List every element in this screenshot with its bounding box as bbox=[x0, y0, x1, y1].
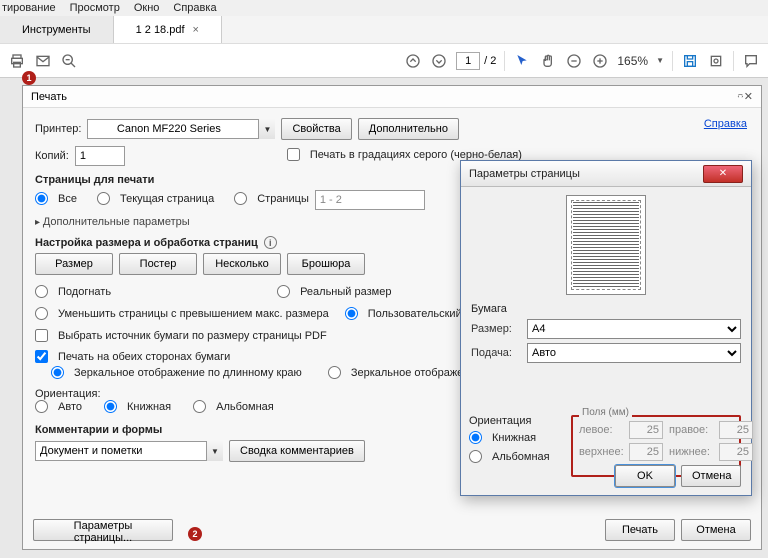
zoom-out-icon[interactable] bbox=[60, 52, 78, 70]
comments-select[interactable]: ▼ bbox=[35, 441, 223, 461]
page-setup-title: Параметры страницы bbox=[469, 168, 703, 180]
paper-size-label: Размер: bbox=[471, 323, 521, 335]
margin-top-input[interactable] bbox=[629, 443, 663, 461]
save-icon[interactable] bbox=[681, 52, 699, 70]
print-button[interactable]: Печать bbox=[605, 519, 675, 541]
cancel-button[interactable]: Отмена bbox=[681, 465, 741, 487]
close-icon[interactable]: ✕ bbox=[737, 90, 753, 103]
chevron-down-icon[interactable]: ▼ bbox=[258, 119, 275, 139]
pages-range-input[interactable] bbox=[315, 190, 425, 210]
printer-select-input[interactable] bbox=[87, 119, 275, 139]
divider bbox=[672, 51, 673, 71]
poster-button[interactable]: Постер bbox=[119, 253, 197, 275]
paper-feed-select[interactable]: Авто bbox=[527, 343, 741, 363]
margin-left-label: левое: bbox=[579, 424, 623, 436]
radio-pages[interactable]: Страницы bbox=[234, 192, 309, 205]
zoom-level[interactable]: 165% bbox=[617, 54, 648, 68]
menu-help[interactable]: Справка bbox=[173, 2, 216, 14]
margin-right-input[interactable] bbox=[719, 421, 753, 439]
zoom-minus-icon[interactable] bbox=[565, 52, 583, 70]
ps-orient-landscape[interactable]: Альбомная bbox=[469, 450, 550, 463]
page-counter: / 2 bbox=[456, 52, 496, 70]
page-total-label: / 2 bbox=[484, 55, 496, 67]
page-setup-button[interactable]: Параметры страницы... bbox=[33, 519, 173, 541]
tab-tools[interactable]: Инструменты bbox=[0, 16, 114, 43]
divider bbox=[733, 51, 734, 71]
radio-all[interactable]: Все bbox=[35, 192, 77, 205]
tab-file[interactable]: 1 2 18.pdf × bbox=[114, 16, 222, 43]
page-down-icon[interactable] bbox=[430, 52, 448, 70]
menu-bar: тирование Просмотр Окно Справка bbox=[0, 0, 768, 16]
print-icon[interactable] bbox=[8, 52, 26, 70]
orient-portrait[interactable]: Книжная bbox=[104, 400, 171, 413]
orient-landscape[interactable]: Альбомная bbox=[193, 400, 274, 413]
chevron-down-icon[interactable]: ▼ bbox=[656, 56, 664, 65]
tool-misc-icon[interactable] bbox=[707, 52, 725, 70]
tab-tools-label: Инструменты bbox=[22, 24, 91, 36]
menu-window[interactable]: Окно bbox=[134, 2, 160, 14]
advanced-button[interactable]: Дополнительно bbox=[358, 118, 459, 140]
menu-edit[interactable]: тирование bbox=[2, 2, 56, 14]
copies-label: Копий: bbox=[35, 150, 69, 162]
page-up-icon[interactable] bbox=[404, 52, 422, 70]
orient-auto[interactable]: Авто bbox=[35, 400, 82, 413]
properties-button[interactable]: Свойства bbox=[281, 118, 351, 140]
radio-actual[interactable]: Реальный размер bbox=[277, 285, 391, 298]
booklet-button[interactable]: Брошюра bbox=[287, 253, 365, 275]
ps-orient-portrait[interactable]: Книжная bbox=[469, 431, 550, 444]
divider bbox=[504, 51, 505, 71]
tab-bar: Инструменты 1 2 18.pdf × bbox=[0, 16, 768, 44]
margin-right-label: правое: bbox=[669, 424, 713, 436]
chevron-down-icon[interactable]: ▼ bbox=[206, 441, 223, 461]
toolbar: / 2 165% ▼ bbox=[0, 44, 768, 78]
orientation-group-label: Ориентация bbox=[469, 415, 550, 427]
radio-long-edge[interactable]: Зеркальное отображение по длинному краю bbox=[51, 366, 302, 379]
margins-label: Поля (мм) bbox=[579, 407, 632, 418]
comment-icon[interactable] bbox=[742, 52, 760, 70]
radio-shrink[interactable]: Уменьшить страницы с превышением макс. р… bbox=[35, 307, 329, 320]
page-setup-dialog: Параметры страницы ✕ Бумага Размер: A4 П… bbox=[460, 160, 752, 496]
ok-button[interactable]: OK bbox=[615, 465, 675, 487]
close-button[interactable]: ✕ bbox=[703, 165, 743, 183]
radio-current[interactable]: Текущая страница bbox=[97, 192, 214, 205]
margin-bottom-input[interactable] bbox=[719, 443, 753, 461]
badge-1: 1 bbox=[22, 71, 36, 85]
tab-file-label: 1 2 18.pdf bbox=[136, 24, 185, 36]
help-link[interactable]: Справка bbox=[704, 118, 747, 130]
menu-view[interactable]: Просмотр bbox=[70, 2, 120, 14]
printer-select[interactable]: ▼ bbox=[87, 119, 275, 139]
margin-bottom-label: нижнее: bbox=[669, 446, 713, 458]
badge-2: 2 bbox=[188, 527, 202, 541]
print-dialog-titlebar: Печать ✕ bbox=[23, 86, 761, 108]
paper-group-label: Бумага bbox=[471, 303, 741, 315]
comments-summary-button[interactable]: Сводка комментариев bbox=[229, 440, 365, 462]
radio-fit[interactable]: Подогнать bbox=[35, 285, 111, 298]
copies-input[interactable] bbox=[75, 146, 125, 166]
hand-icon[interactable] bbox=[539, 52, 557, 70]
multiple-button[interactable]: Несколько bbox=[203, 253, 281, 275]
size-button[interactable]: Размер bbox=[35, 253, 113, 275]
zoom-plus-icon[interactable] bbox=[591, 52, 609, 70]
margin-top-label: верхнее: bbox=[579, 446, 623, 458]
info-icon[interactable]: i bbox=[264, 236, 277, 249]
paper-size-select[interactable]: A4 bbox=[527, 319, 741, 339]
page-current-input[interactable] bbox=[456, 52, 480, 70]
print-dialog-title: Печать bbox=[31, 91, 67, 103]
margin-left-input[interactable] bbox=[629, 421, 663, 439]
paper-feed-label: Подача: bbox=[471, 347, 521, 359]
page-preview bbox=[566, 195, 646, 295]
page-setup-titlebar: Параметры страницы ✕ bbox=[461, 161, 751, 187]
mail-icon[interactable] bbox=[34, 52, 52, 70]
comments-select-input[interactable] bbox=[35, 441, 223, 461]
close-icon[interactable]: × bbox=[193, 24, 199, 36]
cancel-button[interactable]: Отмена bbox=[681, 519, 751, 541]
pointer-icon[interactable] bbox=[513, 52, 531, 70]
printer-label: Принтер: bbox=[35, 123, 81, 135]
